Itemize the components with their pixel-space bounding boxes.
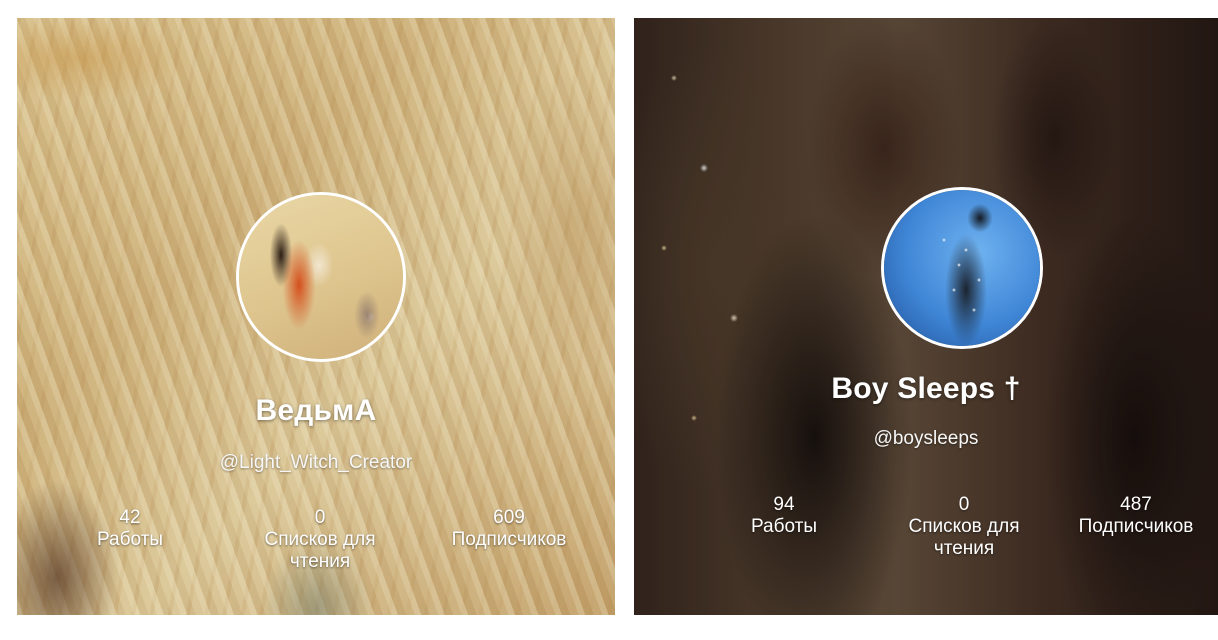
stat-reading-lists-label: Списков для чтения — [264, 529, 376, 572]
stat-followers-value: 609 — [493, 507, 525, 528]
stat-works-label: Работы — [751, 516, 817, 537]
profile-name[interactable]: Boy Sleeps † — [634, 372, 1218, 406]
profile-handle: @boysleeps — [873, 428, 979, 449]
stat-followers-label: Подписчиков — [1078, 516, 1194, 537]
stat-works-value: 42 — [119, 507, 141, 528]
stat-works[interactable]: 94 Работы — [724, 494, 844, 538]
stat-followers-label: Подписчиков — [451, 529, 567, 550]
stat-reading-lists[interactable]: 0 Списков для чтения — [240, 507, 400, 573]
stat-reading-lists[interactable]: 0 Списков для чтения — [884, 494, 1044, 560]
profile-name[interactable]: ВедьмА — [17, 394, 615, 428]
avatar[interactable] — [236, 192, 406, 362]
stat-followers[interactable]: 487 Подписчиков — [1058, 494, 1214, 538]
avatar[interactable] — [881, 187, 1043, 349]
profile-handle: @Light_Witch_Creator — [219, 452, 413, 473]
avatar-image — [239, 195, 403, 359]
stat-works[interactable]: 42 Работы — [70, 507, 190, 551]
stat-followers[interactable]: 609 Подписчиков — [427, 507, 591, 551]
stat-reading-lists-value: 0 — [958, 494, 970, 515]
stat-reading-lists-value: 0 — [314, 507, 326, 528]
stat-works-value: 94 — [773, 494, 795, 515]
avatar-image — [884, 190, 1040, 346]
stat-works-label: Работы — [97, 529, 163, 550]
profile-card-boy-sleeps[interactable]: Boy Sleeps † @boysleeps 94 Работы 0 Спис… — [634, 18, 1218, 615]
stat-reading-lists-label: Списков для чтения — [908, 516, 1020, 559]
stat-followers-value: 487 — [1120, 494, 1152, 515]
profile-card-light-witch[interactable]: ВедьмА @Light_Witch_Creator 42 Работы 0 … — [17, 18, 615, 615]
